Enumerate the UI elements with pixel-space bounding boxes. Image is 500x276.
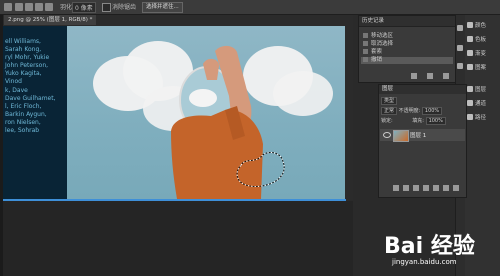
layer-filter-select[interactable]: 类型: [381, 97, 398, 105]
trash-icon[interactable]: [453, 185, 459, 191]
visibility-eye-icon[interactable]: [383, 132, 391, 138]
opacity-label: 不透明度:: [398, 108, 421, 114]
credit-name: Yuko Kagita,: [5, 70, 42, 78]
blend-row: 正常 不透明度: 100%: [381, 107, 464, 115]
new-layer-icon[interactable]: [443, 185, 449, 191]
intersect-selection-icon[interactable]: [45, 3, 53, 11]
trash-icon[interactable]: [443, 73, 449, 79]
credit-name: Vinod: [5, 78, 22, 86]
feather-input[interactable]: 0 像素: [72, 2, 96, 13]
properties-icon[interactable]: [457, 45, 463, 51]
group-folder-icon[interactable]: [433, 185, 439, 191]
mask-icon[interactable]: [413, 185, 419, 191]
new-document-icon[interactable]: [411, 73, 417, 79]
options-bar: 羽化: 0 像素 消除锯齿 选择并遮住...: [0, 0, 500, 15]
layers-footer: [379, 183, 466, 193]
blend-mode-select[interactable]: 正常: [381, 107, 398, 115]
history-step-icon: [363, 57, 368, 62]
layer-row[interactable]: 图层 1: [380, 129, 465, 142]
panel-swatches[interactable]: 色板: [467, 35, 500, 45]
fx-icon[interactable]: [403, 185, 409, 191]
fill-label: 填充:: [412, 118, 424, 124]
layer-thumbnail: [393, 130, 409, 142]
opacity-input[interactable]: 100%: [421, 107, 443, 115]
credit-name: ryl Mohr, Yukie: [5, 54, 50, 62]
history-icon[interactable]: [457, 25, 463, 31]
panel-paths[interactable]: 路径: [467, 113, 500, 123]
paths-icon: [467, 114, 473, 120]
credit-name: l, Eric Floch,: [5, 102, 42, 110]
new-selection-icon[interactable]: [15, 3, 23, 11]
document-canvas[interactable]: ell Williams, Sarah Kong, ryl Mohr, Yukie J…: [3, 26, 345, 199]
credit-name: ell Williams,: [5, 38, 41, 45]
document-tab[interactable]: 2.png @ 25% (图层 1, RGB/8) *: [4, 15, 97, 25]
panel-patterns[interactable]: 图案: [467, 63, 500, 73]
credit-name: lee, Sohrab: [5, 127, 40, 135]
history-panel: 历史记录 移动选区 取消选择 套索 撤销: [358, 15, 456, 83]
history-step-icon: [363, 33, 368, 38]
history-item-selected[interactable]: 撤销: [361, 57, 453, 64]
history-step-icon: [363, 41, 368, 46]
baidu-watermark: Bai 经验 jingyan.baidu.com: [384, 228, 500, 276]
layers-tab[interactable]: 图层: [379, 85, 466, 94]
credit-name: k, Dave: [5, 86, 28, 94]
select-and-mask-button[interactable]: 选择并遮住...: [142, 2, 183, 13]
baidu-logo: Bai 经验: [384, 234, 475, 259]
baidu-url: jingyan.baidu.com: [392, 258, 457, 266]
pattern-icon: [467, 64, 473, 70]
lasso-tool-icon[interactable]: [4, 3, 12, 11]
layers-panel: 图层 类型 正常 不透明度: 100% 锁定: 填充: 100% 图层 1: [378, 84, 467, 198]
layer-filter-row: 类型: [381, 97, 464, 105]
credit-name: Barkin Aygun,: [5, 110, 47, 118]
credit-name: Sarah Kong,: [5, 46, 42, 54]
panel-color[interactable]: 颜色: [467, 21, 500, 31]
color-icon: [467, 22, 473, 28]
history-item[interactable]: 取消选择: [361, 41, 453, 48]
antialias-checkbox[interactable]: [102, 3, 111, 12]
history-item[interactable]: 套索: [361, 49, 453, 56]
lock-row: 锁定: 填充: 100%: [381, 117, 464, 125]
panel-layers[interactable]: 图层: [467, 85, 500, 95]
adjustment-layer-icon[interactable]: [423, 185, 429, 191]
channels-icon: [467, 100, 473, 106]
adjustments-icon[interactable]: [457, 63, 463, 69]
gradient-icon: [467, 50, 473, 56]
lock-label: 锁定:: [381, 118, 393, 124]
lasso-selection[interactable]: [235, 150, 289, 190]
panel-gradients[interactable]: 渐变: [467, 49, 500, 59]
panel-channels[interactable]: 通道: [467, 99, 500, 109]
history-item[interactable]: 移动选区: [361, 33, 453, 40]
history-panel-title: 历史记录: [359, 16, 455, 27]
link-icon[interactable]: [393, 185, 399, 191]
add-selection-icon[interactable]: [25, 3, 33, 11]
fill-input[interactable]: 100%: [425, 117, 446, 125]
credit-name: John Peterson,: [5, 62, 49, 70]
history-step-icon: [363, 49, 368, 54]
credit-name: Dave Guilhamet,: [5, 94, 56, 102]
layer-name[interactable]: 图层 1: [410, 131, 426, 139]
subtract-selection-icon[interactable]: [35, 3, 43, 11]
credit-name: ron Nielsen,: [5, 118, 41, 126]
credit-names: ell Williams, Sarah Kong, ryl Mohr, Yukie J…: [5, 38, 56, 135]
layers-icon: [467, 86, 473, 92]
antialias-label: 消除锯齿: [112, 4, 137, 11]
history-footer: [359, 71, 455, 81]
swatches-icon: [467, 36, 473, 42]
camera-icon[interactable]: [427, 73, 433, 79]
pasteboard: [3, 201, 353, 276]
credits-panel: ell Williams, Sarah Kong, ryl Mohr, Yukie J…: [3, 26, 67, 199]
